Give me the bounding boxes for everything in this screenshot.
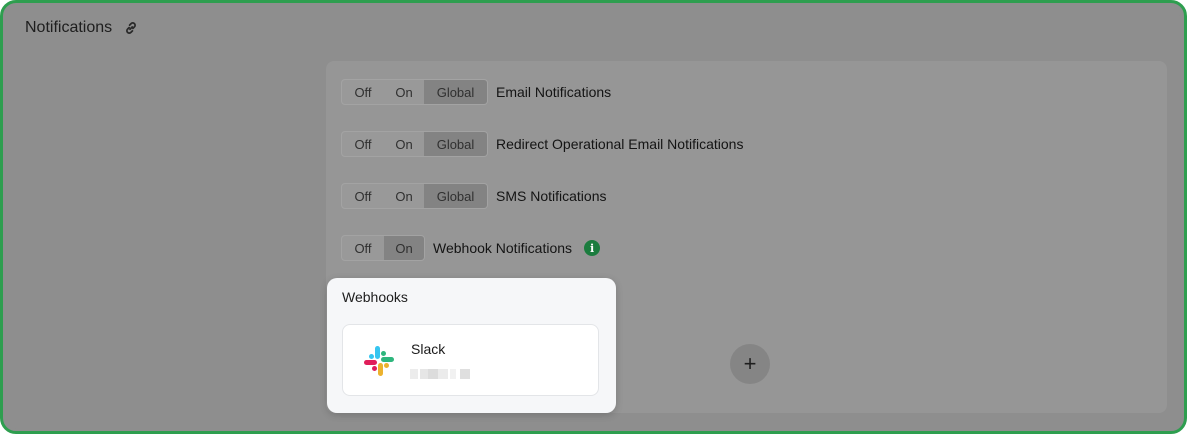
panel-header: Notifications (25, 19, 140, 37)
add-webhook-button[interactable]: + (730, 344, 770, 384)
info-icon[interactable]: i (584, 240, 601, 256)
option-global[interactable]: Global (424, 184, 487, 208)
option-global[interactable]: Global (424, 80, 487, 104)
redirect-email-toggle: Off On Global (341, 131, 488, 157)
option-off[interactable]: Off (342, 184, 384, 208)
option-on[interactable]: On (384, 132, 424, 156)
setting-label: Redirect Operational Email Notifications (496, 136, 744, 152)
setting-label: Webhook Notifications (433, 240, 573, 256)
option-on[interactable]: On (384, 236, 424, 260)
option-on[interactable]: On (384, 80, 424, 104)
setting-row-sms: Off On Global SMS Notifications (341, 183, 606, 209)
setting-label: SMS Notifications (496, 188, 607, 204)
option-off[interactable]: Off (342, 132, 384, 156)
webhooks-title: Webhooks (342, 289, 408, 305)
option-global[interactable]: Global (424, 132, 487, 156)
app-frame: Notifications Off On Global Email Notifi… (0, 0, 1187, 434)
webhook-notifications-toggle: Off On (341, 235, 425, 261)
email-notifications-toggle: Off On Global (341, 79, 488, 105)
option-off[interactable]: Off (342, 236, 384, 260)
slack-logo (364, 346, 394, 376)
redacted-detail (410, 369, 472, 379)
sms-notifications-toggle: Off On Global (341, 183, 488, 209)
page-title: Notifications (25, 19, 113, 36)
setting-label: Email Notifications (496, 84, 612, 100)
setting-row-email: Off On Global Email Notifications (341, 79, 611, 105)
option-on[interactable]: On (384, 184, 424, 208)
link-icon[interactable] (122, 19, 140, 37)
option-off[interactable]: Off (342, 80, 384, 104)
webhook-item-slack[interactable]: Slack (342, 324, 599, 396)
webhooks-card: Webhooks Slack (327, 278, 616, 413)
setting-row-redirect-email: Off On Global Redirect Operational Email… (341, 131, 743, 157)
setting-row-webhook: Off On Webhook Notifications i (341, 235, 601, 261)
webhook-name: Slack (411, 341, 446, 357)
